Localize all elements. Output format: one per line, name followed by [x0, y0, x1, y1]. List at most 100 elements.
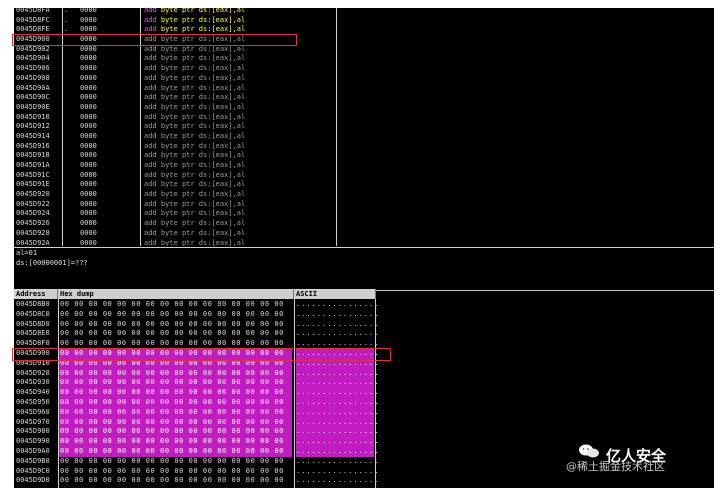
disasm-row[interactable]: 0045D906 0000 add byte ptr ds:[eax],al [14, 64, 344, 74]
hex-dump-row[interactable]: 0045D930 00 00 00 00 00 00 00 00 00 00 00… [14, 378, 378, 389]
hex-dump-row[interactable]: 0045D980 00 00 00 00 00 00 00 00 00 00 00… [14, 427, 380, 438]
info-pane: al=01 ds:[00000001]=??? [14, 247, 714, 291]
hex-dump-row[interactable]: 0045D9D0 00 00 00 00 00 00 00 00 00 00 00… [14, 476, 378, 486]
hex-dump-row[interactable]: 0045D940 00 00 00 00 00 00 00 00 00 00 00… [14, 388, 380, 398]
disasm-hex: 0000 [80, 73, 97, 82]
disasm-row[interactable]: 0045D904 0000 add byte ptr ds:[eax],al [14, 54, 344, 64]
disasm-opcode: add [144, 8, 157, 14]
disasm-address: 0045D922 [16, 199, 50, 208]
dump-divider-address [58, 299, 59, 488]
disasm-hex: 0000 [80, 180, 97, 189]
disasm-operands: byte ptr ds:[eax],al [160, 219, 246, 228]
disasm-row[interactable]: 0045D90E 0000 add byte ptr ds:[eax],al [14, 103, 344, 113]
dump-hex-bytes: 00 00 00 00 00 00 00 00 00 00 00 00 00 0… [58, 407, 292, 418]
disasm-opcode: add [144, 93, 157, 102]
disasm-opcode: add [144, 73, 157, 82]
dump-address: 0045D9A0 [16, 446, 50, 455]
dump-hex-bytes: 00 00 00 00 00 00 00 00 00 00 00 00 00 0… [60, 309, 284, 318]
disasm-operands: byte ptr ds:[eax],al [160, 209, 246, 218]
column-header-hex[interactable]: Hex dump [58, 289, 294, 299]
disasm-divider-instruction[interactable] [336, 8, 337, 246]
disasm-hex: 0000 [80, 112, 97, 121]
disasm-row[interactable]: 0045D90C 0000 add byte ptr ds:[eax],al [14, 93, 344, 103]
column-header-ascii[interactable]: ASCII [294, 289, 376, 299]
disasm-hex: 0000 [80, 141, 97, 150]
hex-dump-row[interactable]: 0045D920 00 00 00 00 00 00 00 00 00 00 00… [14, 368, 380, 379]
hex-dump-row[interactable]: 0045D8D0 00 00 00 00 00 00 00 00 00 00 00… [14, 319, 378, 330]
disasm-opcode: add [144, 151, 157, 160]
hex-dump-header: Address Hex dump ASCII [14, 289, 376, 299]
hex-dump-row[interactable]: 0045D960 00 00 00 00 00 00 00 00 00 00 00… [14, 407, 378, 418]
hex-dump-row[interactable]: 0045D9C0 00 00 00 00 00 00 00 00 00 00 00… [14, 466, 380, 477]
disasm-opcode: add [144, 112, 157, 121]
hex-dump-row[interactable]: 0045D8E0 00 00 00 00 00 00 00 00 00 00 00… [14, 329, 378, 339]
disasm-operands: byte ptr ds:[eax],al [160, 64, 246, 73]
disasm-row[interactable]: 0045D8FC. 0000 add byte ptr ds:[eax],al [14, 16, 344, 26]
disasm-opcode: add [144, 219, 157, 228]
dump-divider-hex [294, 299, 295, 488]
disasm-hex: 0000 [80, 64, 97, 73]
disasm-address: 0045D90C [16, 93, 50, 102]
hex-dump-row[interactable]: 0045D9B0 00 00 00 00 00 00 00 00 00 00 00… [14, 457, 378, 467]
hex-dump-row[interactable]: 0045D970 00 00 00 00 00 00 00 00 00 00 00… [14, 417, 378, 428]
disasm-instruction: add byte ptr ds:[eax],al [144, 190, 245, 200]
hex-dump-row[interactable]: 0045D8C0 00 00 00 00 00 00 00 00 00 00 00… [14, 309, 378, 320]
disasm-row[interactable]: 0045D91C 0000 add byte ptr ds:[eax],al [14, 171, 344, 181]
disasm-operands: byte ptr ds:[eax],al [160, 15, 246, 24]
hex-dump-row[interactable]: 0045D990 00 00 00 00 00 00 00 00 00 00 00… [14, 437, 378, 447]
disasm-row[interactable]: 0045D926 0000 add byte ptr ds:[eax],al [14, 219, 344, 229]
disasm-row[interactable]: 0045D902 0000 add byte ptr ds:[eax],al [14, 45, 344, 55]
hex-dump-row[interactable]: 0045D8B0 00 00 00 00 00 00 00 00 00 00 00… [14, 300, 378, 310]
dump-address: 0045D8B0 [16, 300, 50, 308]
disasm-row[interactable]: 0045D910 0000 add byte ptr ds:[eax],al [14, 113, 344, 123]
disasm-row[interactable]: 0045D920 0000 add byte ptr ds:[eax],al [14, 190, 344, 200]
disasm-row[interactable]: 0045D924 0000 add byte ptr ds:[eax],al [14, 209, 344, 219]
info-register-line: al=01 [16, 249, 38, 257]
hex-dump-row[interactable]: 0045D950 00 00 00 00 00 00 00 00 00 00 00… [14, 397, 380, 408]
disasm-operands: byte ptr ds:[eax],al [160, 199, 246, 208]
disasm-row[interactable]: 0045D91A 0000 add byte ptr ds:[eax],al [14, 161, 344, 171]
disasm-address: 0045D8FC [16, 15, 50, 24]
disasm-operands: byte ptr ds:[eax],al [160, 25, 246, 34]
dump-ascii: ................ [296, 388, 380, 398]
disasm-opcode: add [144, 64, 157, 73]
disasm-address: 0045D928 [16, 228, 50, 237]
disasm-row[interactable]: 0045D914 0000 add byte ptr ds:[eax],al [14, 132, 344, 142]
dump-hex-bytes: 00 00 00 00 00 00 00 00 00 00 00 00 00 0… [60, 466, 284, 475]
dump-address: 0045D980 [16, 427, 50, 436]
disasm-instruction: add byte ptr ds:[eax],al [144, 180, 245, 190]
disasm-operands: byte ptr ds:[eax],al [160, 141, 246, 150]
dump-ascii: ................ [296, 427, 380, 438]
disasm-operands: byte ptr ds:[eax],al [160, 122, 246, 131]
disasm-row[interactable]: 0045D912 0000 add byte ptr ds:[eax],al [14, 122, 344, 132]
disasm-address: 0045D91A [16, 161, 50, 169]
dump-address: 0045D960 [16, 407, 50, 416]
disasm-row[interactable]: 0045D922 0000 add byte ptr ds:[eax],al [14, 200, 344, 210]
disasm-row[interactable]: 0045D928 0000 add byte ptr ds:[eax],al [14, 229, 344, 239]
dump-address: 0045D8C0 [16, 309, 50, 318]
hex-dump-row[interactable]: 0045D9A0 00 00 00 00 00 00 00 00 00 00 00… [14, 446, 378, 457]
disasm-row[interactable]: 0045D916 0000 add byte ptr ds:[eax],al [14, 142, 344, 152]
debugger-window: 0045D8FA. 0000 add byte ptr ds:[eax],al 004… [14, 8, 714, 488]
disasm-operands: byte ptr ds:[eax],al [160, 180, 246, 189]
disasm-row[interactable]: 0045D92A 0000 add byte ptr ds:[eax],al [14, 239, 344, 247]
disasm-row[interactable]: 0045D908 0000 add byte ptr ds:[eax],al [14, 74, 344, 84]
dump-ascii: ................ [296, 397, 380, 408]
dump-ascii: ................ [296, 466, 380, 475]
disasm-row[interactable]: 0045D8FA. 0000 add byte ptr ds:[eax],al [14, 8, 344, 16]
column-header-address[interactable]: Address [14, 289, 58, 299]
disasm-instruction: add byte ptr ds:[eax],al [144, 74, 245, 84]
dump-address: 0045D9C0 [16, 466, 50, 475]
disasm-row[interactable]: 0045D91E 0000 add byte ptr ds:[eax],al [14, 180, 344, 190]
disasm-hex: 0000 [80, 228, 97, 237]
hex-dump-rows: 0045D8B0 00 00 00 00 00 00 00 00 00 00 00… [14, 300, 380, 486]
disasm-row[interactable]: 0045D90A 0000 add byte ptr ds:[eax],al [14, 84, 344, 94]
disasm-address: 0045D906 [16, 64, 50, 73]
disasm-operands: byte ptr ds:[eax],al [160, 131, 246, 140]
disasm-address: 0045D912 [16, 122, 50, 131]
dump-hex-bytes: 00 00 00 00 00 00 00 00 00 00 00 00 00 0… [60, 319, 284, 328]
disasm-row[interactable]: 0045D918 0000 add byte ptr ds:[eax],al [14, 151, 344, 161]
disasm-instruction: add byte ptr ds:[eax],al [144, 209, 245, 219]
disasm-instruction: add byte ptr ds:[eax],al [144, 8, 245, 16]
dump-ascii: ................ [296, 368, 380, 379]
